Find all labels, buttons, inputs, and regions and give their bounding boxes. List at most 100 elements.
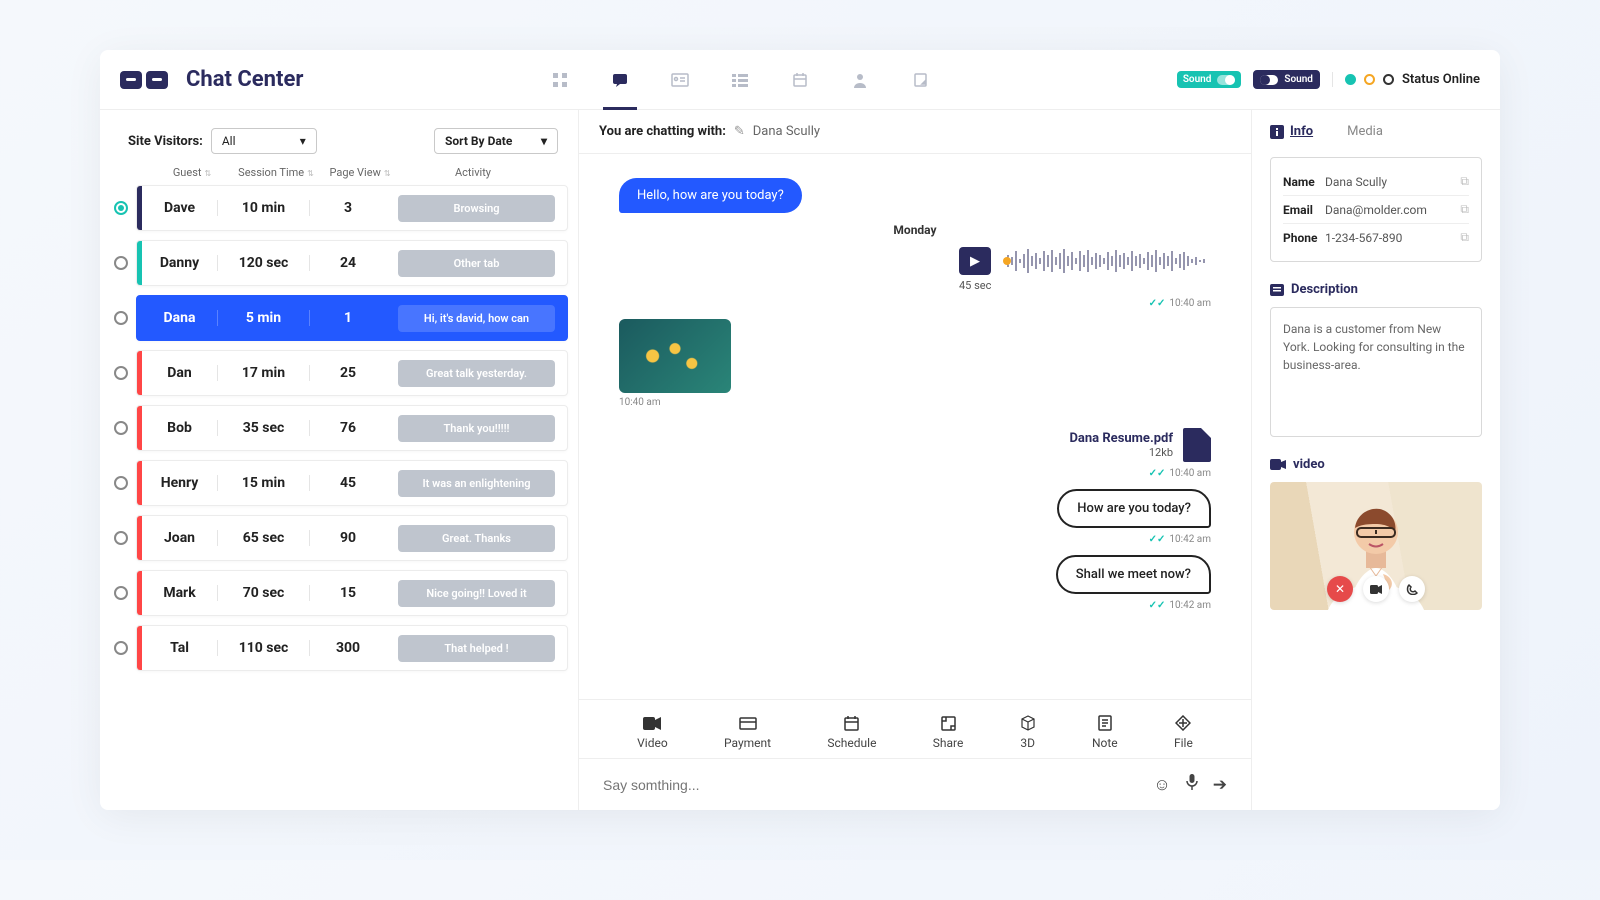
nav-card-icon[interactable]: [667, 67, 693, 93]
video-header: video: [1270, 457, 1482, 472]
visitor-card[interactable]: Tal 110 sec 300 That helped !: [136, 625, 568, 671]
visitor-guest: Danny: [142, 255, 218, 271]
play-audio-button[interactable]: ▶: [959, 247, 991, 275]
toggle-audio-button[interactable]: [1399, 576, 1425, 602]
nav-user-icon[interactable]: [847, 67, 873, 93]
tab-info[interactable]: Info: [1270, 124, 1313, 139]
label-name: Name: [1283, 175, 1325, 189]
chat-actions-bar: Video Payment Schedule Share 3D Note File: [579, 699, 1251, 758]
visitor-card[interactable]: Dana 5 min 1 Hi, it's david, how can: [136, 295, 568, 341]
emoji-icon[interactable]: ☺: [1153, 775, 1170, 795]
visitor-guest: Dave: [142, 200, 218, 216]
share-icon: [941, 714, 956, 732]
value-email: Dana@molder.com: [1325, 203, 1460, 217]
audio-waveform-icon: [1001, 247, 1211, 275]
visitor-pageview: 300: [310, 640, 386, 656]
col-pageview[interactable]: Page View⇅: [322, 166, 398, 179]
sort-value: Sort By Date: [445, 134, 512, 148]
nav-list-icon[interactable]: [727, 67, 753, 93]
chat-action-schedule[interactable]: Schedule: [827, 714, 876, 750]
nav-calendar-icon[interactable]: [787, 67, 813, 93]
file-attachment[interactable]: Dana Resume.pdf 12kb: [1069, 428, 1211, 462]
visitor-radio[interactable]: [114, 256, 128, 270]
visitor-card[interactable]: Dan 17 min 25 Great talk yesterday.: [136, 350, 568, 396]
visitor-pageview: 45: [310, 475, 386, 491]
visitor-card[interactable]: Bob 35 sec 76 Thank you!!!!!: [136, 405, 568, 451]
sort-select[interactable]: Sort By Date ▾: [434, 128, 558, 154]
sound-toggle-off[interactable]: Sound: [1253, 70, 1320, 89]
visitor-radio[interactable]: [114, 311, 128, 325]
visitor-radio[interactable]: [114, 421, 128, 435]
col-guest[interactable]: Guest⇅: [154, 166, 230, 179]
nav-grid-icon[interactable]: [547, 67, 573, 93]
chat-action-label: Schedule: [827, 736, 876, 750]
nav-chat-icon[interactable]: [607, 67, 633, 93]
chat-action-video[interactable]: Video: [637, 714, 668, 750]
chat-action-file[interactable]: File: [1174, 714, 1193, 750]
visitor-guest: Bob: [142, 420, 218, 436]
visitor-session: 17 min: [218, 365, 310, 381]
message-out: Hello, how are you today?: [619, 178, 1211, 213]
checks-icon: ✓✓: [1149, 534, 1166, 545]
schedule-icon: [844, 714, 859, 732]
visitor-card[interactable]: Mark 70 sec 15 Nice going!! Loved it: [136, 570, 568, 616]
visitor-card[interactable]: Danny 120 sec 24 Other tab: [136, 240, 568, 286]
value-phone: 1-234-567-890: [1325, 231, 1460, 245]
video-controls: ✕: [1327, 576, 1425, 602]
edit-icon[interactable]: ✎: [734, 124, 745, 139]
mic-icon[interactable]: [1185, 773, 1199, 796]
copy-icon[interactable]: ⧉: [1460, 202, 1469, 217]
message-bubble: How are you today?: [1057, 489, 1211, 528]
tab-media[interactable]: Media: [1347, 124, 1383, 139]
chat-action-3d[interactable]: 3D: [1020, 714, 1036, 750]
visitor-radio[interactable]: [114, 366, 128, 380]
message-image: 10:40 am: [619, 319, 1211, 408]
chevron-down-icon: ▾: [541, 134, 547, 148]
visitor-radio[interactable]: [114, 201, 128, 215]
copy-icon[interactable]: ⧉: [1460, 230, 1469, 245]
status-dot-away-icon[interactable]: [1364, 74, 1375, 85]
top-nav: [303, 67, 1176, 93]
visitor-row: Dana 5 min 1 Hi, it's david, how can: [110, 295, 568, 341]
visitor-session: 15 min: [218, 475, 310, 491]
col-session[interactable]: Session Time⇅: [230, 166, 322, 179]
visitor-radio[interactable]: [114, 531, 128, 545]
copy-icon[interactable]: ⧉: [1460, 174, 1469, 189]
chat-action-label: Payment: [724, 736, 771, 750]
sound-toggle-on[interactable]: Sound: [1177, 71, 1242, 88]
nav-note-icon[interactable]: [907, 67, 933, 93]
file-size: 12kb: [1069, 446, 1173, 459]
visitor-radio[interactable]: [114, 476, 128, 490]
chat-panel: You are chatting with: ✎ Dana Scully Hel…: [578, 110, 1252, 810]
visitor-card[interactable]: Dave 10 min 3 Browsing: [136, 185, 568, 231]
chat-header: You are chatting with: ✎ Dana Scully: [579, 110, 1251, 154]
chat-action-label: File: [1174, 736, 1193, 750]
visitor-activity: Great talk yesterday.: [398, 360, 555, 387]
visitor-card[interactable]: Henry 15 min 45 It was an enlightening: [136, 460, 568, 506]
image-attachment[interactable]: [619, 319, 731, 393]
visitor-guest: Dana: [142, 310, 218, 326]
send-icon[interactable]: ➔: [1213, 775, 1227, 795]
toggle-video-button[interactable]: [1363, 576, 1389, 602]
status-dot-offline-icon[interactable]: [1383, 74, 1394, 85]
visitor-card[interactable]: Joan 65 sec 90 Great. Thanks: [136, 515, 568, 561]
chat-action-label: Share: [933, 736, 964, 750]
app-title: Chat Center: [186, 67, 303, 92]
end-call-button[interactable]: ✕: [1327, 576, 1353, 602]
sound-off-label: Sound: [1284, 74, 1313, 85]
status-dots: Status Online: [1332, 72, 1480, 87]
visitor-pageview: 24: [310, 255, 386, 271]
message-input[interactable]: [603, 777, 1139, 793]
visitor-pageview: 90: [310, 530, 386, 546]
visitor-activity: That helped !: [398, 635, 555, 662]
visitor-radio[interactable]: [114, 641, 128, 655]
message-timestamp: ✓✓10:40 am: [619, 298, 1211, 309]
visitors-filter-select[interactable]: All▾: [211, 128, 317, 154]
file-name: Dana Resume.pdf: [1069, 431, 1173, 446]
chat-action-note[interactable]: Note: [1092, 714, 1118, 750]
chat-action-share[interactable]: Share: [933, 714, 964, 750]
chat-action-payment[interactable]: Payment: [724, 714, 771, 750]
visitor-guest: Dan: [142, 365, 218, 381]
visitor-radio[interactable]: [114, 586, 128, 600]
status-dot-online-icon[interactable]: [1345, 74, 1356, 85]
